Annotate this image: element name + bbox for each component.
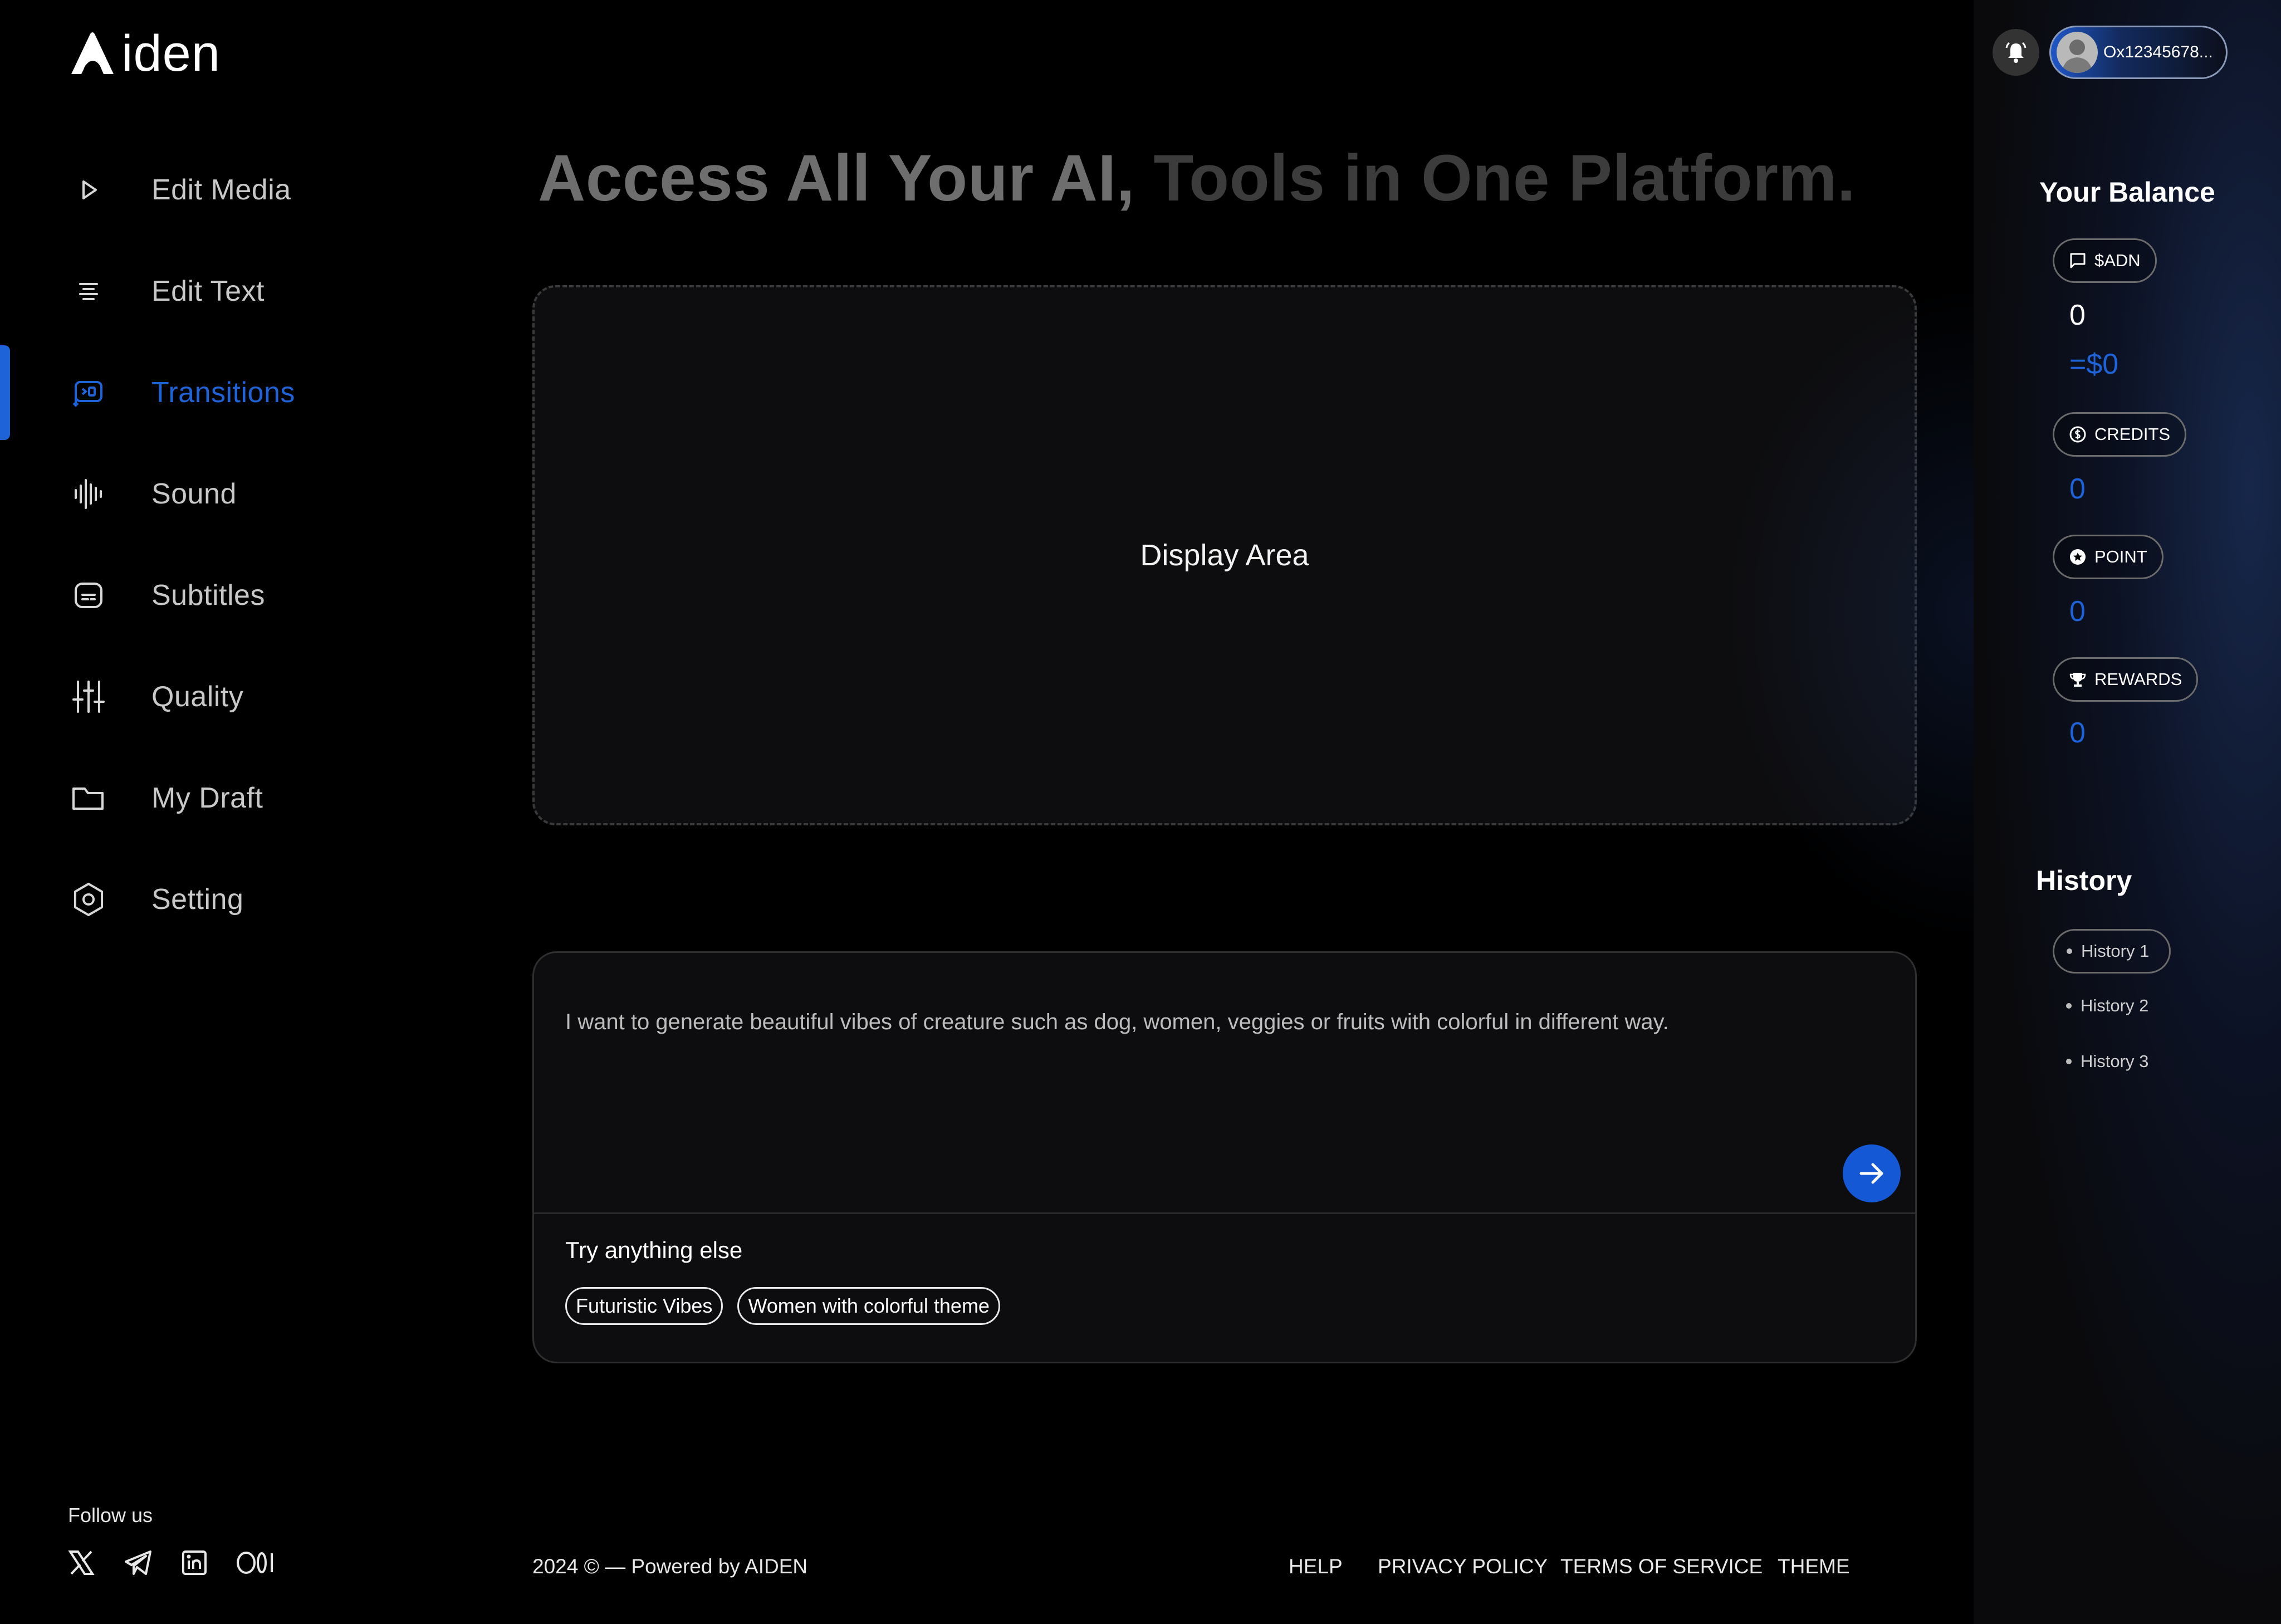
- sidebar-item-subtitles[interactable]: Subtitles: [0, 545, 423, 646]
- sidebar-item-label: Quality: [151, 681, 244, 713]
- bullet-dot: [2067, 948, 2072, 954]
- sidebar-item-quality[interactable]: Quality: [0, 646, 423, 747]
- active-indicator: [0, 345, 10, 440]
- sidebar-item-label: My Draft: [151, 782, 263, 814]
- history-item-label: History 3: [2081, 1051, 2149, 1071]
- point-label: POINT: [2094, 547, 2147, 566]
- history-item[interactable]: History 3: [2066, 1051, 2148, 1072]
- adn-badge: $ADN: [2053, 238, 2157, 283]
- folder-icon: [71, 781, 106, 815]
- credits-badge: CREDITS: [2053, 412, 2187, 457]
- point-badge: POINT: [2053, 535, 2163, 579]
- logo-text: iden: [121, 25, 221, 82]
- logo-a-icon: [71, 32, 114, 74]
- logo[interactable]: iden: [68, 28, 221, 79]
- avatar: [2057, 32, 2098, 73]
- star-badge-icon: [2070, 549, 2086, 565]
- sidebar-item-label: Transitions: [151, 376, 295, 409]
- bell-icon: [2005, 42, 2027, 63]
- history-title: History: [2036, 865, 2132, 896]
- rewards-badge: REWARDS: [2053, 657, 2199, 702]
- adn-value: 0: [2069, 299, 2086, 331]
- sidebar-item-label: Edit Media: [151, 174, 291, 206]
- sliders-icon: [71, 679, 106, 714]
- history-item[interactable]: History 1: [2053, 929, 2171, 974]
- bullet-dot: [2066, 1059, 2072, 1064]
- history-item-label: History 1: [2081, 941, 2150, 961]
- dollar-coin-icon: [2069, 426, 2086, 443]
- rewards-value: 0: [2069, 717, 2086, 749]
- follow-us: Follow us: [68, 1504, 276, 1576]
- transitions-icon: [71, 375, 106, 410]
- credits-value: 0: [2069, 473, 2086, 505]
- credits-label: CREDITS: [2094, 424, 2171, 444]
- balance-title: Your Balance: [2039, 177, 2215, 208]
- prompt-input[interactable]: I want to generate beautiful vibes of cr…: [565, 1006, 1804, 1038]
- footer-link-privacy[interactable]: PRIVACY POLICY: [1378, 1555, 1548, 1578]
- social-links: [68, 1549, 276, 1576]
- subtitles-icon: [71, 578, 106, 613]
- footer-link-theme[interactable]: THEME: [1778, 1555, 1850, 1578]
- medium-icon[interactable]: [236, 1550, 276, 1575]
- background-glow: [1721, 278, 1977, 947]
- adn-label: $ADN: [2094, 251, 2141, 270]
- suggestions-label: Try anything else: [565, 1237, 743, 1263]
- footer-link-help[interactable]: HELP: [1289, 1555, 1343, 1578]
- suggestion-chip[interactable]: Futuristic Vibes: [565, 1287, 723, 1325]
- hexagon-gear-icon: [71, 882, 106, 917]
- follow-label: Follow us: [68, 1504, 153, 1527]
- notification-button[interactable]: [1993, 29, 2039, 76]
- text-align-icon: [71, 274, 106, 309]
- play-icon: [71, 173, 106, 207]
- sidebar-item-setting[interactable]: Setting: [0, 849, 423, 950]
- footer-link-terms[interactable]: TERMS OF SERVICE: [1560, 1555, 1763, 1578]
- point-value: 0: [2069, 595, 2086, 628]
- prompt-box: I want to generate beautiful vibes of cr…: [532, 951, 1917, 1363]
- chat-bubble-icon: [2070, 253, 2086, 268]
- sidebar-nav: Edit Media Edit Text Transitions Sound S…: [0, 139, 423, 950]
- sidebar-item-sound[interactable]: Sound: [0, 443, 423, 545]
- sidebar-item-my-draft[interactable]: My Draft: [0, 747, 423, 849]
- footer-copyright: 2024 © — Powered by AIDEN: [532, 1555, 808, 1578]
- sidebar-item-edit-media[interactable]: Edit Media: [0, 139, 423, 241]
- headline-secondary: Tools in One Platform.: [1153, 141, 1856, 215]
- display-area: Display Area: [532, 285, 1917, 825]
- adn-usd-value: =$0: [2069, 348, 2119, 380]
- trophy-icon: [2069, 673, 2086, 687]
- bullet-dot: [2066, 1003, 2072, 1009]
- headline-primary: Access All Your AI,: [538, 141, 1135, 215]
- telegram-icon[interactable]: [124, 1549, 153, 1576]
- page-title: Access All Your AI, Tools in One Platfor…: [538, 140, 1856, 216]
- rewards-label: REWARDS: [2094, 669, 2182, 689]
- sidebar-item-transitions[interactable]: Transitions: [0, 342, 423, 443]
- sidebar-item-label: Setting: [151, 883, 244, 916]
- prompt-divider: [534, 1212, 1915, 1214]
- wallet-button[interactable]: Ox12345678...: [2049, 26, 2228, 79]
- x-icon[interactable]: [68, 1549, 95, 1576]
- display-area-label: Display Area: [1140, 539, 1309, 572]
- sidebar-item-edit-text[interactable]: Edit Text: [0, 241, 423, 342]
- sidebar-item-label: Edit Text: [151, 275, 265, 307]
- send-button[interactable]: [1843, 1144, 1901, 1202]
- sidebar-item-label: Subtitles: [151, 579, 265, 612]
- soundwave-icon: [71, 477, 106, 511]
- sidebar-item-label: Sound: [151, 478, 237, 510]
- arrow-right-icon: [1859, 1163, 1883, 1184]
- suggestion-chip[interactable]: Women with colorful theme: [737, 1287, 1000, 1325]
- history-item-label: History 2: [2081, 996, 2149, 1015]
- linkedin-icon[interactable]: [182, 1550, 207, 1576]
- wallet-address: Ox12345678...: [2103, 43, 2213, 61]
- suggestion-chips: Futuristic Vibes Women with colorful the…: [565, 1287, 1000, 1325]
- history-item[interactable]: History 2: [2066, 996, 2148, 1016]
